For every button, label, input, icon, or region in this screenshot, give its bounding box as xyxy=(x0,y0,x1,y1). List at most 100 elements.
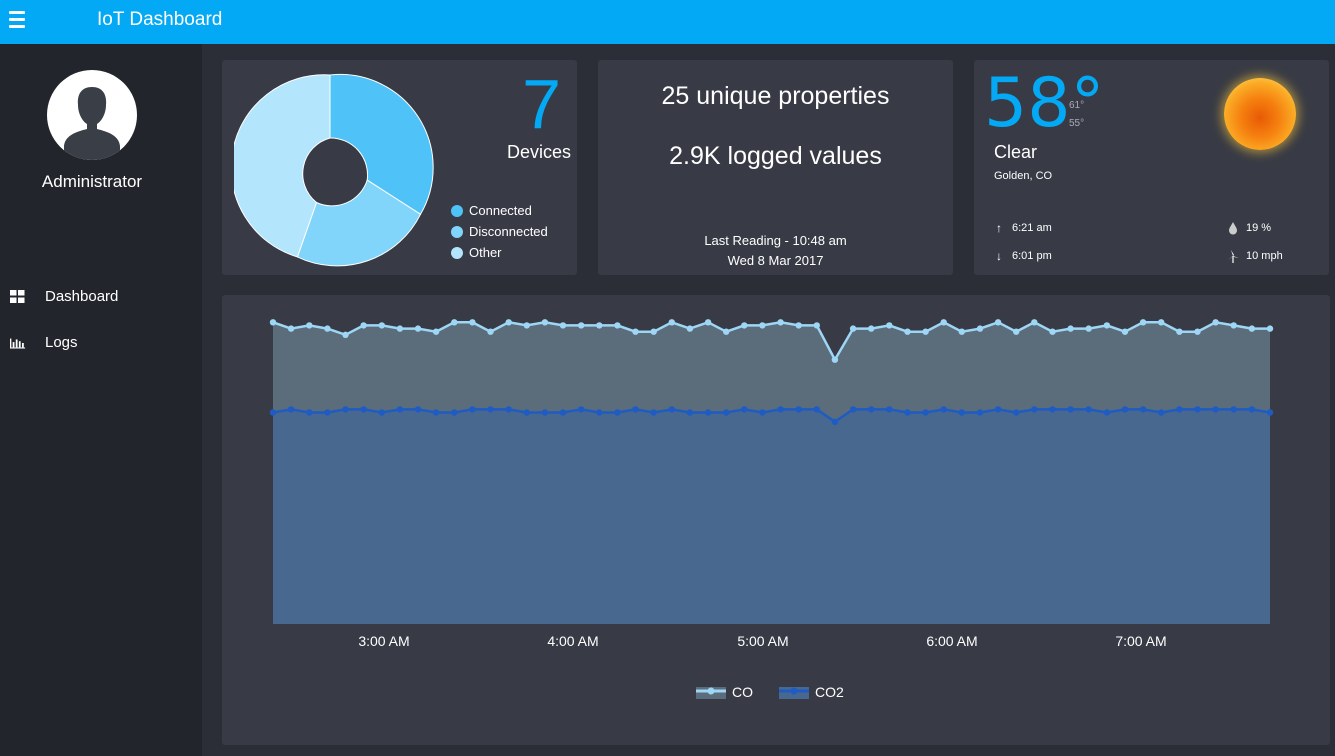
data-point xyxy=(469,406,476,413)
data-point xyxy=(596,409,603,416)
data-point xyxy=(487,328,494,335)
data-point xyxy=(849,406,857,413)
data-point xyxy=(1013,409,1020,416)
data-point xyxy=(1067,406,1074,413)
data-point xyxy=(1139,319,1147,326)
data-point xyxy=(1067,325,1074,332)
data-point xyxy=(686,325,694,332)
legend-dot xyxy=(451,226,463,238)
avatar xyxy=(47,70,137,160)
sidebar-item-dashboard[interactable]: Dashboard xyxy=(0,282,202,312)
data-point xyxy=(1266,409,1274,416)
data-point xyxy=(1176,406,1183,413)
data-point xyxy=(777,319,784,326)
data-point xyxy=(759,409,766,416)
data-point xyxy=(1121,328,1129,335)
data-point xyxy=(1085,325,1092,332)
devices-label: Devices xyxy=(506,142,571,162)
data-point xyxy=(831,356,839,363)
data-point xyxy=(1031,406,1038,413)
data-point xyxy=(396,406,404,413)
data-point xyxy=(813,406,820,413)
data-point xyxy=(632,328,639,335)
data-point xyxy=(559,322,567,329)
sun-icon xyxy=(1224,78,1296,150)
data-point xyxy=(904,328,911,335)
legend-label: Disconnected xyxy=(469,224,548,239)
bar-chart-icon xyxy=(10,338,26,349)
legend-label: CO xyxy=(732,684,753,700)
sidebar-item-logs[interactable]: Logs xyxy=(0,328,202,358)
weather-card: 58° 61° 55° Clear Golden, CO ↑ 6:21 am ↓… xyxy=(974,60,1329,275)
data-point xyxy=(378,322,385,329)
devices-count: 7 xyxy=(522,65,561,143)
data-point xyxy=(1194,406,1201,413)
data-point xyxy=(396,325,404,332)
logged-values-stat: 2.9K logged values xyxy=(669,142,882,170)
data-point xyxy=(940,319,947,326)
data-point xyxy=(759,322,766,329)
water-drop-icon xyxy=(1229,222,1237,235)
x-tick-label: 7:00 AM xyxy=(1115,633,1166,649)
data-point xyxy=(976,325,984,332)
data-point xyxy=(1121,406,1129,413)
legend-label: CO2 xyxy=(815,684,844,700)
data-point xyxy=(614,322,621,329)
series-area-co2 xyxy=(273,409,1270,624)
sunset-time: 6:01 pm xyxy=(1012,250,1052,262)
data-point xyxy=(1230,406,1237,413)
unique-properties-stat: 25 unique properties xyxy=(661,82,890,110)
data-point xyxy=(650,328,657,335)
app-title: IoT Dashboard xyxy=(97,9,223,30)
data-point xyxy=(958,328,965,335)
data-point xyxy=(505,319,512,326)
data-point xyxy=(686,409,694,416)
data-point xyxy=(432,328,440,335)
data-point xyxy=(940,406,947,413)
legend-item-co2[interactable]: CO2 xyxy=(779,684,844,700)
data-point xyxy=(1266,325,1274,332)
wind-turbine-icon xyxy=(1228,250,1239,263)
data-point xyxy=(1049,406,1056,413)
data-point xyxy=(1158,409,1165,416)
data-point xyxy=(578,406,585,413)
data-point xyxy=(451,319,458,326)
data-point xyxy=(922,328,929,335)
data-point xyxy=(1103,322,1111,329)
legend-dot xyxy=(451,205,463,217)
data-point xyxy=(306,322,313,329)
data-point xyxy=(596,322,603,329)
data-point xyxy=(904,409,911,416)
data-point xyxy=(1230,322,1237,329)
temperature-low: 55° xyxy=(1069,118,1085,129)
data-point xyxy=(1194,328,1201,335)
data-point xyxy=(886,406,893,413)
data-point xyxy=(1158,319,1165,326)
legend-item-co[interactable]: CO xyxy=(696,684,753,700)
weather-condition: Clear xyxy=(994,142,1038,162)
data-point xyxy=(614,409,621,416)
sidebar-item-label: Logs xyxy=(45,334,78,351)
data-point xyxy=(741,406,748,413)
user-silhouette-icon xyxy=(64,87,120,160)
data-point xyxy=(704,319,712,326)
legend-dot xyxy=(451,247,463,259)
sensor-chart-card: 3:00 AM 4:00 AM 5:00 AM 6:00 AM 7:00 AM CO CO… xyxy=(222,295,1330,745)
sidebar: Administrator Dashboard Logs xyxy=(0,44,202,756)
data-point xyxy=(505,406,512,413)
user-name: Administrator xyxy=(41,172,143,191)
hamburger-menu-icon[interactable] xyxy=(9,11,25,28)
temperature-high: 61° xyxy=(1069,100,1085,111)
data-point xyxy=(886,322,893,329)
data-point xyxy=(668,319,675,326)
data-point xyxy=(868,325,875,332)
wind-value: 10 mph xyxy=(1246,250,1283,262)
data-point xyxy=(469,319,476,326)
x-tick-label: 5:00 AM xyxy=(737,633,788,649)
data-point xyxy=(723,328,730,335)
data-point xyxy=(795,406,802,413)
data-point xyxy=(360,406,367,413)
devices-donut-chart xyxy=(234,73,434,267)
devices-card: 7 Devices Connected Disconnected Other xyxy=(222,60,577,275)
last-reading-time: Last Reading - 10:48 am xyxy=(704,233,847,248)
